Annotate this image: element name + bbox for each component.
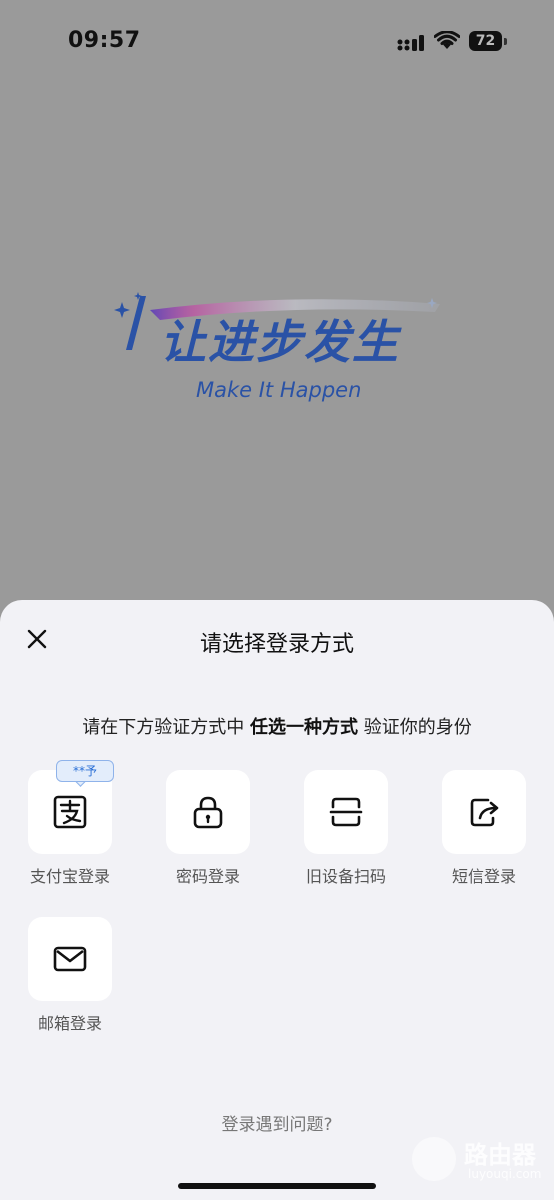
instruction-text: 请在下方验证方式中 任选一种方式 验证你的身份 [0, 713, 554, 739]
scan-icon [329, 797, 363, 827]
battery-icon: 72 [469, 31, 509, 51]
watermark-sub: luyouqi.com [468, 1167, 542, 1181]
instruction-suffix: 验证你的身份 [358, 717, 472, 738]
login-method-sheet: 请选择登录方式 请在下方验证方式中 任选一种方式 验证你的身份 支付宝登录 **… [0, 600, 554, 1200]
alipay-login-option[interactable]: 支付宝登录 [15, 770, 125, 890]
sms-login-tile[interactable] [442, 770, 526, 854]
password-login-label: 密码登录 [175, 867, 240, 886]
sms-login-label: 短信登录 [451, 867, 516, 886]
instruction-emphasis: 任选一种方式 [250, 717, 358, 738]
router-logo-icon [412, 1137, 456, 1181]
status-time: 09:57 [68, 28, 141, 53]
cellular-signal-icon [397, 35, 424, 51]
sms-login-option[interactable]: 短信登录 [429, 770, 539, 890]
lock-icon [193, 796, 223, 829]
share-sms-icon [470, 798, 499, 827]
instruction-prefix: 请在下方验证方式中 [82, 717, 250, 738]
battery-level: 72 [475, 33, 496, 49]
email-login-option[interactable]: 邮箱登录 [15, 917, 125, 1037]
alipay-login-tile[interactable] [28, 770, 112, 854]
mail-icon [53, 946, 87, 972]
sheet-title: 请选择登录方式 [199, 632, 354, 657]
wifi-icon [434, 31, 460, 49]
brand-slogan-en: Make It Happen [196, 378, 362, 402]
email-login-tile[interactable] [28, 917, 112, 1001]
old-device-scan-option[interactable]: 旧设备扫码 [291, 770, 401, 890]
old-device-scan-label: 旧设备扫码 [305, 867, 386, 886]
home-indicator[interactable] [178, 1183, 376, 1189]
old-device-scan-tile[interactable] [304, 770, 388, 854]
password-login-tile[interactable] [166, 770, 250, 854]
email-login-label: 邮箱登录 [37, 1014, 102, 1033]
watermark: 路由器 luyouqi.com [412, 1133, 552, 1189]
alipay-account-badge: **予 [56, 760, 114, 782]
login-help-link[interactable]: 登录遇到问题? [0, 1110, 554, 1135]
alipay-login-label: 支付宝登录 [29, 867, 110, 886]
password-login-option[interactable]: 密码登录 [153, 770, 263, 890]
status-bar: 09:57 72 [0, 0, 554, 80]
watermark-text: 路由器 [464, 1141, 536, 1169]
brand-slogan: 让进步发生 [160, 315, 400, 369]
alipay-icon [53, 795, 87, 829]
